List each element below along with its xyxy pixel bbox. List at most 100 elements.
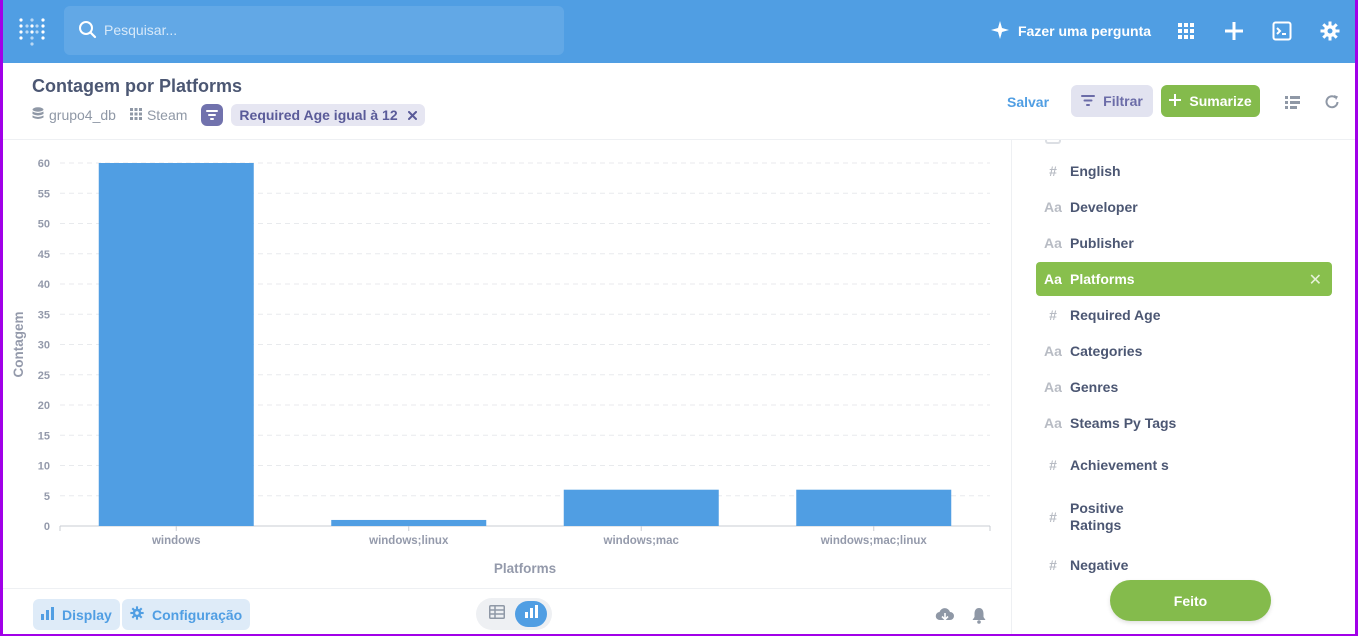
sparkle-icon (990, 20, 1010, 43)
y-tick-label: 25 (38, 370, 50, 382)
group-by-sidebar: # English Aa Developer Aa Publisher Aa Platform… (1011, 140, 1355, 636)
field-item-label: Positive Ratings (1070, 500, 1124, 533)
search-bar[interactable]: Pesquisar... (64, 6, 564, 55)
bar-chart-icon (524, 605, 538, 623)
field-item-label: Publisher (1070, 234, 1134, 251)
field-item-label: English (1070, 162, 1121, 179)
download-icon[interactable] (935, 605, 955, 625)
top-navigation-bar: Pesquisar... Fazer uma pergunta (0, 0, 1358, 63)
view-toggle (476, 598, 552, 630)
filter-pill-label: Required Age igual à 12 (239, 107, 398, 123)
grid-apps-icon[interactable] (1174, 19, 1198, 43)
breadcrumb-table-label: Steam (146, 107, 188, 123)
text-type-icon: Aa (1044, 235, 1062, 251)
sql-editor-icon[interactable] (1270, 19, 1294, 43)
page-title: Contagem por Platforms (32, 76, 243, 96)
y-tick-label: 0 (44, 521, 50, 533)
database-icon (32, 107, 44, 123)
display-button-label: Display (62, 606, 112, 623)
y-tick-label: 50 (38, 219, 50, 231)
field-item-english[interactable]: # English (1036, 154, 1332, 188)
text-type-icon: Aa (1044, 343, 1062, 359)
filter-pill[interactable]: Required Age igual à 12 (231, 104, 425, 126)
done-button[interactable]: Feito (1110, 580, 1271, 621)
breadcrumb: grupo4_db Steam Required Age igual à 12 (32, 104, 425, 126)
field-item-negative[interactable]: # Negative (1036, 548, 1332, 582)
bell-alert-icon[interactable] (969, 605, 989, 625)
y-tick-label: 5 (44, 491, 50, 503)
text-type-icon: Aa (1044, 271, 1062, 287)
plus-icon (1169, 93, 1182, 109)
refresh-icon[interactable] (1323, 93, 1341, 111)
y-tick-label: 40 (38, 279, 50, 291)
y-tick-label: 30 (38, 340, 50, 352)
x-tick-label: windows;mac (603, 535, 680, 547)
bar-chart-area: 0 5 10 15 20 25 30 35 40 45 50 55 60 windows windows;l… (3, 140, 1010, 588)
checkbox-icon[interactable] (1045, 140, 1061, 144)
summarize-button-label: Sumarize (1189, 93, 1252, 109)
metabase-logo-icon[interactable] (18, 15, 46, 47)
bar-chart-icon (41, 606, 54, 623)
breadcrumb-table[interactable]: Steam (129, 107, 188, 123)
notebook-editor-icon[interactable] (1283, 93, 1301, 111)
save-button[interactable]: Salvar (1007, 94, 1049, 110)
field-item-platforms[interactable]: Aa Platforms ✕ (1036, 262, 1332, 296)
filter-toggle-icon[interactable] (201, 104, 224, 126)
field-item-genres[interactable]: Aa Genres (1036, 370, 1332, 404)
field-item-label: Negative (1070, 556, 1129, 573)
field-item-label: Steams Py Tags (1070, 414, 1177, 431)
display-button[interactable]: Display (33, 599, 120, 630)
table-view-toggle[interactable] (481, 601, 513, 627)
search-input[interactable]: Pesquisar... (104, 22, 177, 38)
x-tick-label: windows;mac;linux (820, 535, 928, 547)
field-item-label: Required Age (1070, 306, 1161, 323)
question-header: Contagem por Platforms grupo4_db Steam R… (3, 63, 1355, 140)
settings-button-label: Configuração (152, 606, 243, 623)
number-type-icon: # (1049, 557, 1057, 573)
field-item-label: Developer (1070, 198, 1138, 215)
field-item-achievement-s[interactable]: # Achievement s (1036, 448, 1332, 482)
table-grid-icon (129, 107, 142, 123)
y-axis-label: Contagem (11, 311, 26, 377)
field-item-developer[interactable]: Aa Developer (1036, 190, 1332, 224)
gear-icon (130, 606, 144, 623)
plus-new-icon[interactable] (1222, 19, 1246, 43)
number-type-icon: # (1049, 163, 1057, 179)
bar (98, 163, 254, 526)
field-item-publisher[interactable]: Aa Publisher (1036, 226, 1332, 260)
y-tick-label: 10 (38, 461, 50, 473)
y-tick-label: 20 (38, 400, 50, 412)
ask-question-label: Fazer uma pergunta (1018, 23, 1152, 39)
settings-button[interactable]: Configuração (122, 599, 251, 630)
search-icon (78, 20, 98, 45)
field-item-label: Platforms (1070, 270, 1135, 287)
y-tick-label: 55 (38, 188, 50, 200)
filter-icon (1081, 93, 1096, 109)
remove-icon[interactable]: ✕ (1309, 270, 1322, 290)
field-item-label: Genres (1070, 378, 1119, 395)
filter-button[interactable]: Filtrar (1071, 85, 1153, 117)
y-tick-label: 60 (38, 158, 50, 170)
field-item-positive-ratings[interactable]: # Positive Ratings (1036, 500, 1332, 534)
ask-question-button[interactable]: Fazer uma pergunta (990, 19, 1151, 43)
x-tick-label: windows;linux (368, 535, 449, 547)
field-item-categories[interactable]: Aa Categories (1036, 334, 1332, 368)
y-tick-label: 35 (38, 309, 50, 321)
chart-view-toggle[interactable] (515, 601, 547, 627)
number-type-icon: # (1049, 307, 1057, 323)
bar (796, 489, 952, 526)
field-item-required-age[interactable]: # Required Age (1036, 298, 1332, 332)
text-type-icon: Aa (1044, 379, 1062, 395)
table-icon (489, 604, 505, 624)
filter-button-label: Filtrar (1103, 93, 1143, 109)
text-type-icon: Aa (1044, 415, 1062, 431)
breadcrumb-database[interactable]: grupo4_db (32, 107, 116, 123)
summarize-button[interactable]: Sumarize (1161, 85, 1260, 117)
breadcrumb-database-label: grupo4_db (49, 107, 116, 123)
close-icon[interactable] (407, 107, 417, 123)
gear-settings-icon[interactable] (1318, 19, 1342, 43)
x-axis-label: Platforms (494, 561, 556, 576)
field-item-label: Categories (1070, 342, 1143, 359)
field-item-steams-py-tags[interactable]: Aa Steams Py Tags (1036, 406, 1332, 440)
field-item-label: Achievement s (1070, 456, 1169, 473)
